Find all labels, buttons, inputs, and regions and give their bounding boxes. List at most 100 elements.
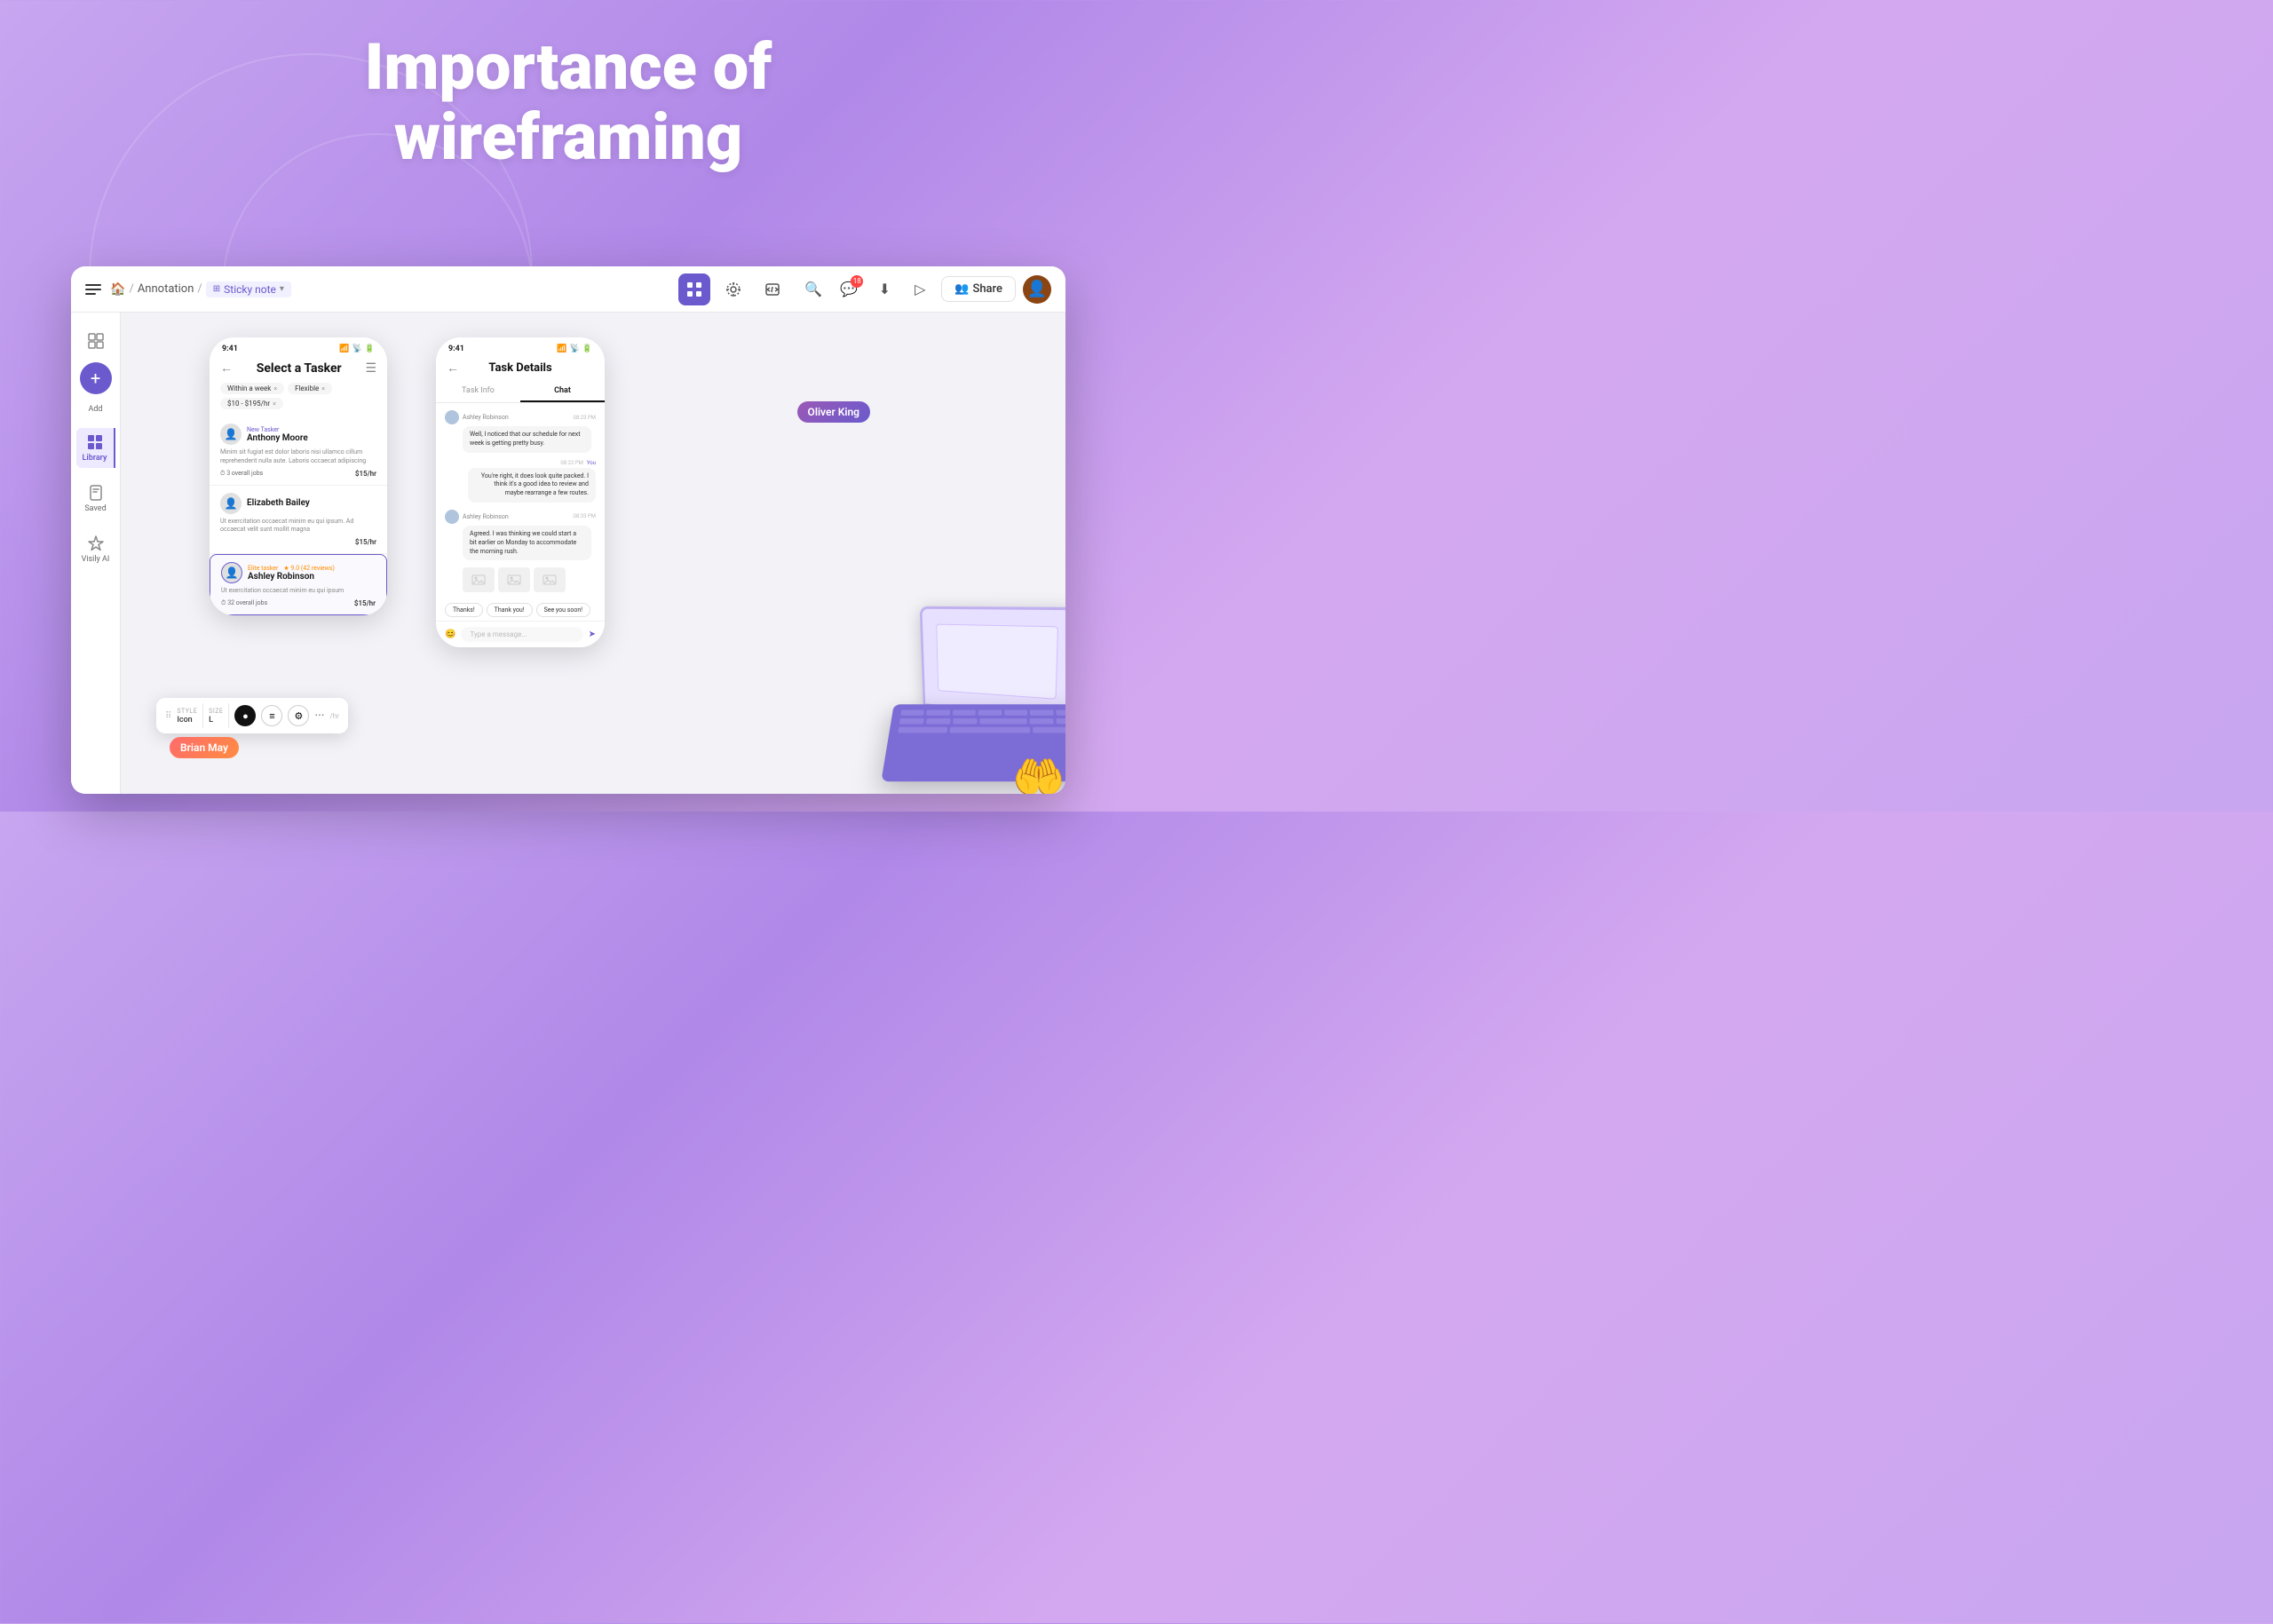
canvas-area: 9:41 📶📡🔋 ← Select a Tasker ☰ Within a we… (121, 313, 1065, 794)
search-button[interactable]: 🔍 (799, 275, 828, 304)
code-tool-button[interactable] (756, 273, 788, 305)
tasker-card-3[interactable]: 👤 Elite tasker ★ 9.0 (42 reviews) Ashley… (210, 554, 387, 615)
tab-task-info-label: Task Info (462, 386, 495, 395)
phone1-back-icon[interactable]: ← (220, 360, 233, 376)
browser-window: 🏠 / Annotation / ⊞ Sticky note ▾ (71, 266, 1065, 794)
saved-label: Saved (84, 504, 106, 513)
phone1-header: ← Select a Tasker ☰ (210, 357, 387, 383)
chat-input-field[interactable]: Type a message... (461, 627, 582, 642)
quick-reply-1[interactable]: Thanks! (445, 603, 483, 617)
play-button[interactable]: ▷ (906, 275, 934, 304)
chat-image-3 (534, 567, 566, 592)
phone1-menu-icon[interactable]: ☰ (365, 361, 376, 376)
tasker2-name: Elizabeth Bailey (247, 498, 310, 508)
home-icon[interactable]: 🏠 (110, 282, 125, 297)
phone2-title: Task Details (488, 361, 551, 375)
chat-time-1: 08:23 PM (574, 415, 596, 421)
add-button[interactable]: + (80, 362, 112, 394)
style-divider-1 (202, 703, 203, 728)
quick-replies: Thanks! Thank you! See you soon! (436, 599, 605, 621)
tasker-card-1[interactable]: 👤 New Tasker Anthony Moore Minim sit fug… (210, 416, 387, 486)
share-label: Share (972, 282, 1002, 296)
breadcrumb-annotation[interactable]: Annotation (138, 282, 194, 296)
tasker3-rating: ★ 9.0 (42 reviews) (283, 565, 335, 572)
breadcrumb-sticky-label: Sticky note (224, 283, 276, 296)
sidebar-item-shapes[interactable] (76, 327, 115, 355)
toolbar-right: 🔍 💬 18 ⬇ ▷ 👥 Share 👤 (799, 275, 1051, 304)
tasker-card-2[interactable]: 👤 Elizabeth Bailey Ut exercitation occae… (210, 486, 387, 555)
quick-reply-2[interactable]: Thank you! (487, 603, 533, 617)
phone2-back-icon[interactable]: ← (447, 360, 459, 376)
tasker3-name: Ashley Robinson (248, 572, 335, 582)
chat-bubble-3: Agreed. I was thinking we could start a … (463, 526, 591, 560)
chat-avatar-1 (445, 410, 459, 424)
emoji-icon[interactable]: 😊 (445, 630, 455, 639)
plugin-tool-button[interactable] (717, 273, 749, 305)
phone1-time: 9:41 (222, 345, 238, 353)
phone2-status-bar: 9:41 📶📡🔋 (436, 337, 605, 357)
tasker1-avatar: 👤 (220, 424, 242, 445)
drag-handle-icon: ⠿ (165, 711, 171, 721)
tasker2-avatar: 👤 (220, 493, 242, 514)
sidebar-item-saved[interactable]: Saved (76, 479, 115, 519)
send-icon[interactable]: ➤ (589, 630, 596, 639)
phone2-screen: 9:41 📶📡🔋 ← Task Details Task Info (436, 337, 605, 647)
quick-reply-3[interactable]: See you soon! (536, 603, 590, 617)
breadcrumb-sep2: / (197, 282, 202, 296)
laptop-screen (920, 606, 1065, 718)
hands-illustration: 🤲 (1012, 752, 1065, 794)
filter-chip-1[interactable]: Within a week × (220, 383, 284, 394)
download-button[interactable]: ⬇ (870, 275, 899, 304)
phone2-tabs: Task Info Chat (436, 381, 605, 403)
share-button[interactable]: 👥 Share (941, 276, 1016, 302)
tasker3-rate: $15/hr (354, 599, 376, 607)
breadcrumb-sep1: / (129, 282, 133, 296)
user-avatar[interactable]: 👤 (1023, 275, 1051, 304)
breadcrumb: 🏠 / Annotation / ⊞ Sticky note ▾ (110, 281, 291, 297)
toolbar-center (678, 273, 788, 305)
tasker1-desc: Minim sit fugiat est dolor laboris nisi … (220, 448, 376, 466)
frame-tool-button[interactable] (678, 273, 710, 305)
left-sidebar: + Add Library Saved (71, 313, 121, 794)
style-toolbar: ⠿ STYLE Icon SIZE L ● ≡ ⚙ ··· /hr (156, 698, 348, 733)
tab-task-info[interactable]: Task Info (436, 381, 520, 402)
phone1-filters: Within a week × Flexible × $10 - $195/hr… (210, 383, 387, 416)
chat-bubble-2: You're right, it does look quite packed.… (468, 468, 597, 503)
phone1-status-bar: 9:41 📶📡🔋 (210, 337, 387, 357)
settings-btn[interactable]: ⚙ (288, 705, 309, 726)
share-icon: 👥 (954, 282, 969, 296)
tab-chat-label: Chat (554, 386, 571, 395)
tasker1-rate: $15/hr (355, 470, 376, 478)
style-divider-2 (228, 703, 229, 728)
you-label: You (587, 460, 596, 466)
brian-may-text: Brian May (180, 741, 228, 754)
color-dark-btn[interactable]: ● (234, 705, 256, 726)
breadcrumb-sticky[interactable]: ⊞ Sticky note ▾ (206, 281, 291, 297)
toolbar-left: 🏠 / Annotation / ⊞ Sticky note ▾ (85, 281, 668, 297)
filter-chip-3[interactable]: $10 - $195/hr × (220, 398, 283, 409)
add-label: Add (88, 405, 102, 414)
style-label: STYLE (177, 708, 197, 715)
notifications-button[interactable]: 💬 18 (835, 275, 863, 304)
chat-time-3: 08:33 PM (574, 513, 596, 519)
brian-may-label: Brian May (170, 737, 239, 758)
oliver-king-label: Oliver King (797, 401, 870, 423)
chat-images (463, 567, 596, 592)
sidebar-item-library[interactable]: Library (76, 428, 115, 468)
chat-image-2 (498, 567, 530, 592)
filter-chip-2[interactable]: Flexible × (288, 383, 332, 394)
style-value: Icon (177, 716, 197, 725)
more-options-btn[interactable]: ··· (314, 709, 324, 723)
align-btn[interactable]: ≡ (261, 705, 282, 726)
tasker2-rate: $15/hr (355, 538, 376, 546)
tasker2-desc: Ut exercitation occaecat minim eu qui ip… (220, 518, 376, 535)
chat-time-2: 08:22 PM (560, 460, 582, 466)
tasker3-elite-badge: Elite tasker (248, 565, 278, 572)
library-label: Library (83, 454, 107, 463)
sidebar-item-ai[interactable]: Visily AI (76, 529, 115, 569)
chat-image-1 (463, 567, 495, 592)
chat-area: Ashley Robinson 08:23 PM Well, I noticed… (436, 403, 605, 599)
browser-toolbar: 🏠 / Annotation / ⊞ Sticky note ▾ (71, 266, 1065, 313)
menu-icon[interactable] (85, 284, 101, 295)
tab-chat[interactable]: Chat (520, 381, 605, 402)
